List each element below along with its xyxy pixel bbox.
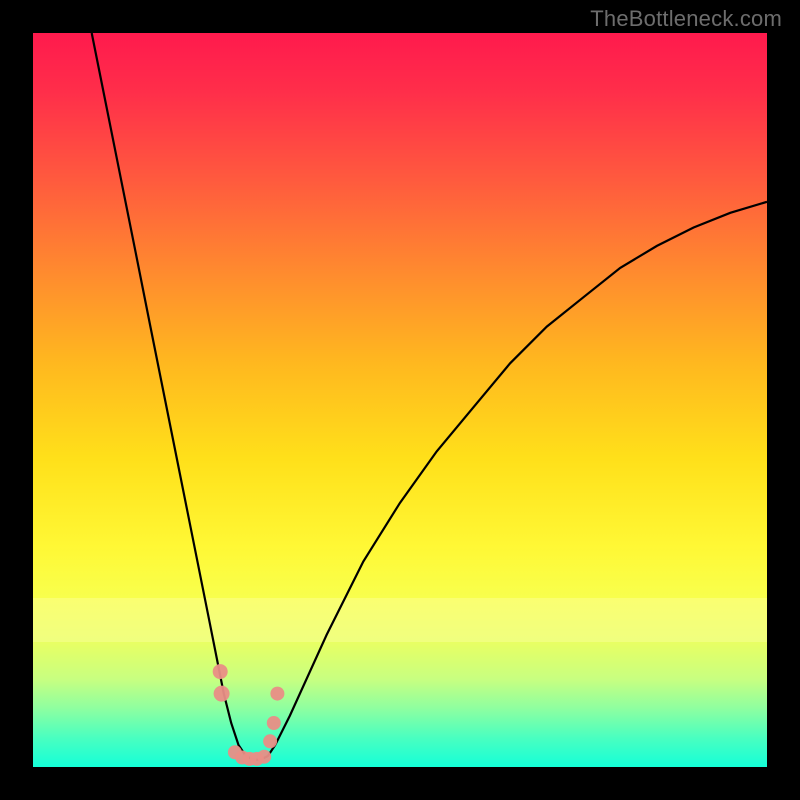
chart-svg bbox=[33, 33, 767, 767]
highlight-dots-group bbox=[213, 664, 285, 766]
dot bbox=[270, 687, 284, 701]
plot-area bbox=[33, 33, 767, 767]
watermark-text: TheBottleneck.com bbox=[590, 6, 782, 32]
dot bbox=[257, 750, 271, 764]
dot bbox=[263, 734, 277, 748]
dot bbox=[214, 686, 230, 702]
dot bbox=[267, 716, 281, 730]
chart-frame: TheBottleneck.com bbox=[0, 0, 800, 800]
dot bbox=[213, 664, 228, 679]
main-curve bbox=[92, 33, 767, 760]
